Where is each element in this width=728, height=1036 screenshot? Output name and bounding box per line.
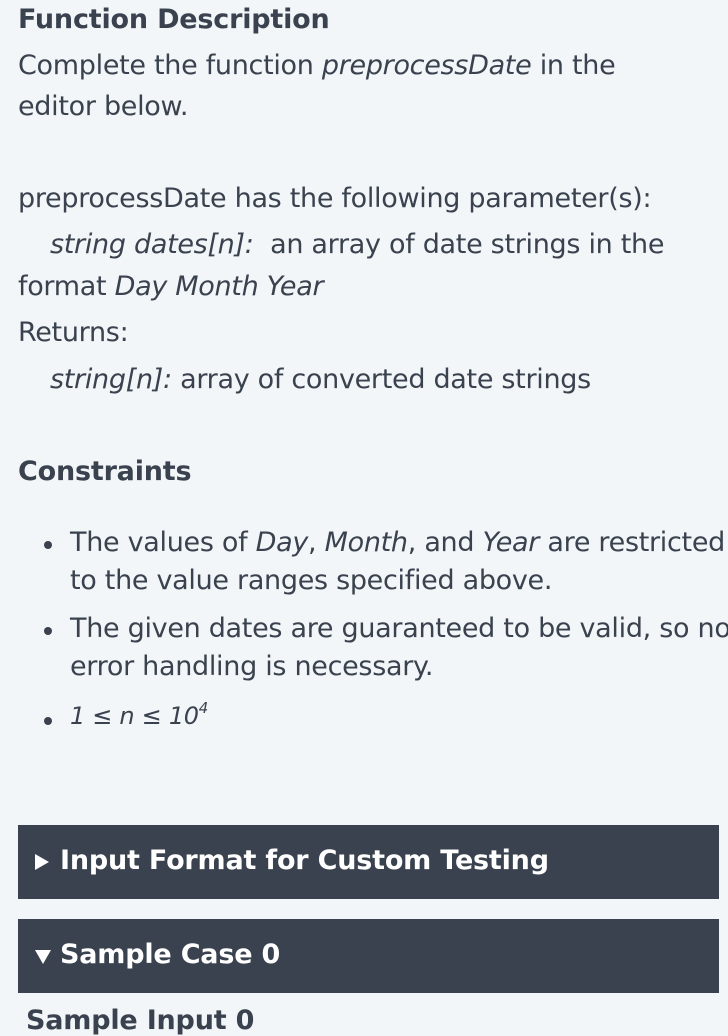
constraint-1-comma: ,: [308, 527, 325, 558]
expand-right-icon: [35, 854, 49, 870]
bullet-dot-3: [44, 717, 52, 725]
constraint-item-3: 1 ≤ n ≤ 104: [70, 698, 208, 730]
parameter-format-prefix: format: [18, 271, 115, 302]
constraint-1-day: Day: [255, 527, 309, 558]
function-description-heading: Function Description: [18, 4, 330, 35]
input-format-label: Input Format for Custom Testing: [60, 845, 549, 876]
constraints-heading: Constraints: [18, 456, 192, 487]
constraint-item-2-line2: error handling is necessary.: [70, 651, 434, 682]
constraint-item-1-line2: to the value ranges specified above.: [70, 565, 553, 596]
parameter-type: string dates[n]:: [50, 229, 254, 260]
constraint-item-1-line1: The values of Day, Month, and Year are r…: [70, 527, 725, 558]
constraint-item-2-line1: The given dates are guaranteed to be val…: [70, 613, 728, 644]
constraint-1-month: Month: [324, 527, 408, 558]
description-suffix: in the: [531, 50, 616, 81]
constraint-1-prefix: The values of: [70, 527, 256, 558]
sample-case-label: Sample Case 0: [60, 939, 281, 970]
parameter-format: Day Month Year: [114, 271, 324, 302]
function-name: preprocessDate: [321, 50, 532, 81]
function-description-line1: Complete the function preprocessDate in …: [18, 50, 616, 81]
return-description: array of converted date strings: [171, 364, 591, 395]
constraint-3-exponent: 4: [198, 698, 208, 717]
bullet-dot-2: [44, 627, 52, 635]
collapse-down-icon: [35, 950, 51, 964]
parameter-line2: format Day Month Year: [18, 271, 324, 302]
constraint-1-suffix: are restricted: [539, 527, 725, 558]
return-type: string[n]:: [50, 364, 172, 395]
returns-label: Returns:: [18, 317, 129, 348]
constraint-3-base: 1 ≤ n ≤ 10: [70, 702, 199, 730]
input-format-toggle[interactable]: Input Format for Custom Testing: [18, 825, 719, 899]
constraint-1-mid: , and: [407, 527, 483, 558]
function-description-line2: editor below.: [18, 91, 189, 122]
description-prefix: Complete the function: [18, 50, 322, 81]
return-line: string[n]: array of converted date strin…: [50, 364, 591, 395]
sample-case-toggle[interactable]: Sample Case 0: [18, 919, 719, 993]
constraint-1-year: Year: [482, 527, 540, 558]
bullet-dot-1: [44, 541, 52, 549]
parameter-line: string dates[n]: an array of date string…: [50, 229, 664, 260]
sample-input-heading: Sample Input 0: [26, 1005, 255, 1036]
parameters-intro: preprocessDate has the following paramet…: [18, 183, 652, 214]
parameter-description: an array of date strings in the: [270, 229, 665, 260]
